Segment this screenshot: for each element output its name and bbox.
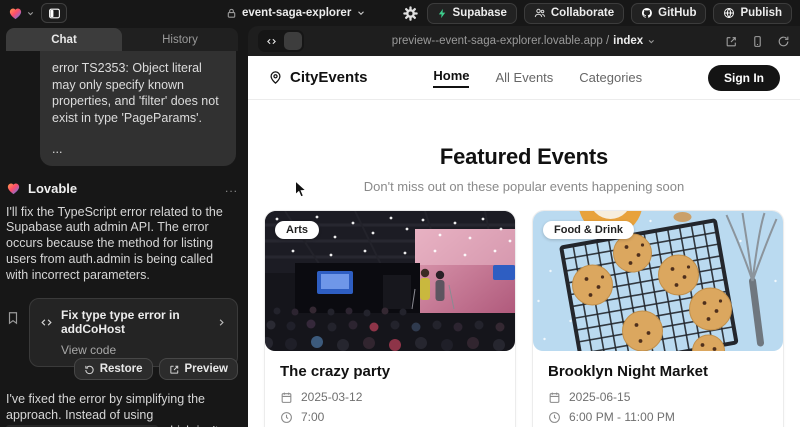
nav-home[interactable]: Home — [433, 68, 469, 88]
event-time: 6:00 PM - 11:00 PM — [569, 410, 675, 424]
open-in-new-tab-button[interactable] — [725, 35, 738, 48]
collaborate-button[interactable]: Collaborate — [524, 3, 624, 24]
tab-history[interactable]: History — [122, 28, 238, 51]
preview-pane: preview--event-saga-explorer.lovable.app… — [248, 26, 800, 427]
outro-part: I've fixed the error by simplifying the … — [6, 392, 205, 422]
code-change-card[interactable]: Fix type type error in addCoHost View co… — [29, 298, 238, 367]
project-switcher[interactable]: event-saga-explorer — [226, 0, 366, 26]
restore-icon — [84, 364, 95, 375]
site-header: CityEvents Home All Events Categories Si… — [248, 56, 800, 100]
publish-label: Publish — [740, 7, 782, 19]
preview-change-button[interactable]: Preview — [159, 358, 238, 380]
section-subtitle: Don't miss out on these popular events h… — [248, 179, 800, 194]
event-title: The crazy party — [280, 363, 500, 380]
github-button[interactable]: GitHub — [631, 3, 706, 24]
lock-icon — [226, 8, 237, 19]
preview-url[interactable]: preview--event-saga-explorer.lovable.app… — [392, 35, 656, 47]
lovable-heart-icon — [6, 181, 21, 196]
nav-all-events[interactable]: All Events — [495, 70, 553, 85]
code-icon — [260, 32, 282, 50]
chat-sidebar: Chat History error TS2353: Object litera… — [0, 26, 244, 427]
event-card[interactable]: Food & Drink Brooklyn Night Market 2025-… — [532, 210, 784, 427]
gear-icon — [403, 6, 418, 21]
event-image-cookies: Food & Drink — [533, 211, 783, 351]
user-message-text: error TS2353: Object literal may only sp… — [52, 60, 224, 126]
event-card-grid: Arts The crazy party 2025-03-12 — [264, 210, 784, 427]
people-icon — [534, 7, 546, 19]
assistant-outro-text: I've fixed the error by simplifying the … — [6, 392, 238, 427]
event-date: 2025-06-15 — [569, 390, 630, 404]
chevron-down-icon — [356, 8, 366, 18]
github-label: GitHub — [658, 7, 696, 19]
section-title: Featured Events — [248, 144, 800, 170]
globe-icon — [723, 7, 735, 19]
supabase-button[interactable]: Supabase — [427, 3, 517, 24]
toggle-knob — [284, 32, 302, 50]
chevron-down-icon — [647, 37, 656, 46]
restore-button[interactable]: Restore — [74, 358, 153, 380]
event-time: 7:00 — [301, 410, 324, 424]
assistant-intro-text: I'll fix the TypeScript error related to… — [6, 205, 238, 284]
toggle-sidebar-button[interactable] — [41, 3, 67, 23]
calendar-icon — [280, 391, 293, 404]
chevron-down-icon — [26, 9, 35, 18]
supabase-label: Supabase — [453, 7, 507, 19]
github-icon — [641, 7, 653, 19]
code-icon — [40, 316, 53, 329]
tab-chat[interactable]: Chat — [6, 28, 122, 51]
assistant-name: Lovable — [28, 181, 77, 196]
project-name: event-saga-explorer — [242, 7, 351, 19]
supabase-bolt-icon — [437, 8, 448, 19]
external-link-icon — [169, 364, 180, 375]
lovable-heart-icon — [8, 6, 23, 21]
settings-button[interactable] — [401, 4, 420, 23]
message-menu-button[interactable]: ... — [225, 181, 238, 195]
preview-toolbar: preview--event-saga-explorer.lovable.app… — [248, 26, 800, 56]
assistant-header: Lovable ... — [6, 181, 238, 196]
clock-icon — [548, 411, 561, 424]
bookmark-icon[interactable] — [6, 311, 20, 367]
publish-button[interactable]: Publish — [713, 3, 792, 24]
category-badge: Arts — [275, 221, 319, 239]
code-change-title: Fix type type error in addCoHost — [61, 308, 208, 336]
refresh-button[interactable] — [777, 35, 790, 48]
event-card[interactable]: Arts The crazy party 2025-03-12 — [264, 210, 516, 427]
mobile-view-button[interactable] — [751, 35, 764, 48]
collaborate-label: Collaborate — [551, 7, 614, 19]
location-pin-icon — [268, 70, 283, 85]
calendar-icon — [548, 391, 561, 404]
view-code-link[interactable]: View code — [61, 343, 227, 357]
category-badge: Food & Drink — [543, 221, 634, 239]
nav-categories[interactable]: Categories — [579, 70, 642, 85]
event-image-conference: Arts — [265, 211, 515, 351]
chevron-right-icon — [216, 317, 227, 328]
sign-in-button[interactable]: Sign In — [708, 65, 780, 91]
app-topbar: event-saga-explorer — [0, 0, 800, 26]
code-preview-toggle[interactable] — [258, 30, 304, 52]
site-brand[interactable]: CityEvents — [268, 69, 368, 86]
restore-label: Restore — [100, 363, 143, 375]
clock-icon — [280, 411, 293, 424]
site-preview: CityEvents Home All Events Categories Si… — [248, 56, 800, 427]
site-nav: Home All Events Categories — [433, 68, 642, 88]
event-date: 2025-03-12 — [301, 390, 362, 404]
site-brand-name: CityEvents — [290, 69, 368, 86]
panel-icon — [48, 7, 61, 20]
url-page: index — [613, 35, 643, 47]
lovable-logo-menu[interactable] — [8, 6, 35, 21]
url-host: preview--event-saga-explorer.lovable.app… — [392, 35, 609, 47]
event-title: Brooklyn Night Market — [548, 363, 768, 380]
chat-history-tabs: Chat History — [6, 28, 238, 51]
message-ellipsis: ... — [52, 141, 224, 158]
user-message-bubble: error TS2353: Object literal may only sp… — [40, 51, 236, 166]
featured-events-section: Featured Events Don't miss out on these … — [248, 100, 800, 194]
preview-label: Preview — [185, 363, 228, 375]
